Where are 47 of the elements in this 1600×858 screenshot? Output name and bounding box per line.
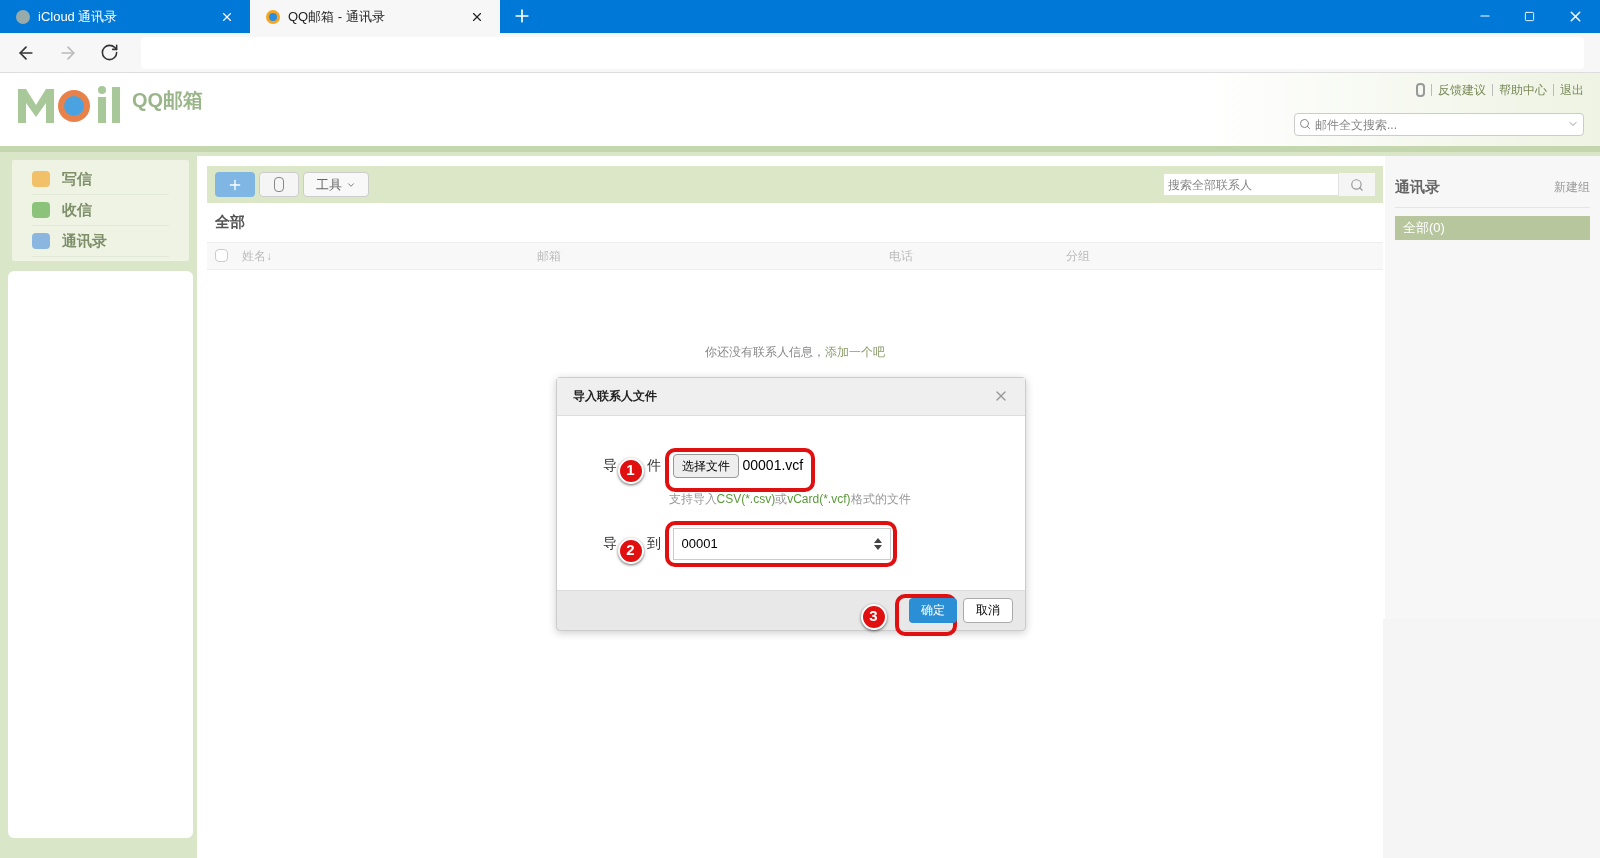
mail-logo-icon bbox=[266, 9, 280, 24]
reload-icon[interactable] bbox=[100, 43, 119, 62]
field-label: 导 bbox=[602, 456, 617, 475]
panel-title: 通讯录 bbox=[1395, 177, 1440, 197]
dialog-title: 导入联系人文件 bbox=[572, 388, 657, 405]
stepper-icon bbox=[873, 537, 882, 550]
search-button[interactable] bbox=[1339, 173, 1375, 196]
choose-file-button[interactable]: 选择文件 bbox=[672, 453, 739, 478]
phone-icon bbox=[274, 177, 284, 192]
header-link[interactable]: 帮助中心 bbox=[1499, 81, 1547, 99]
mail-search-field[interactable]: 邮件全文搜索... bbox=[1294, 113, 1584, 136]
format-hint: 支持导入CSV(*.csv)或vCard(*.vcf)格式的文件 bbox=[668, 490, 912, 508]
new-group-link[interactable]: 新建组 bbox=[1554, 178, 1590, 197]
field-label: 件 bbox=[646, 456, 661, 475]
column-header[interactable]: 邮箱 bbox=[537, 246, 889, 265]
add-button[interactable] bbox=[215, 172, 255, 197]
confirm-button[interactable]: 确定 bbox=[908, 597, 957, 623]
tab-title: QQ邮箱 - 通讯录 bbox=[288, 7, 386, 26]
phone-icon[interactable] bbox=[1416, 83, 1425, 97]
search-icon bbox=[1299, 118, 1311, 130]
tools-dropdown[interactable]: 工具 bbox=[303, 172, 369, 197]
tab-title: iCloud 通讯录 bbox=[38, 7, 119, 26]
file-name: 00001.vcf bbox=[742, 456, 804, 475]
browser-tab[interactable]: QQ邮箱 - 通讯录 bbox=[250, 0, 500, 33]
step-number-badge: 3 bbox=[860, 603, 887, 630]
sidebar-item[interactable]: 收信 bbox=[32, 195, 169, 226]
sidebar-item[interactable]: 通讯录 bbox=[32, 226, 169, 257]
field-label: 导 bbox=[602, 534, 617, 553]
restore-icon[interactable] bbox=[1524, 11, 1535, 22]
group-select[interactable]: 00001 bbox=[672, 527, 891, 560]
header-link[interactable]: 退出 bbox=[1560, 81, 1584, 99]
column-header[interactable]: 分组 bbox=[1066, 246, 1166, 265]
cancel-button[interactable]: 取消 bbox=[962, 597, 1013, 623]
list-title: 全部 bbox=[214, 212, 246, 232]
field-label: 到 bbox=[646, 534, 661, 553]
column-header[interactable]: 电话 bbox=[889, 246, 1066, 265]
select-all-checkbox[interactable] bbox=[215, 249, 228, 262]
contact-search-field[interactable]: 搜索全部联系人 bbox=[1163, 173, 1339, 196]
group-item[interactable]: 全部(0) bbox=[1395, 215, 1590, 240]
empty-message: 你还没有联系人信息， bbox=[705, 343, 825, 361]
sidebar-item[interactable]: 写信 bbox=[32, 164, 169, 195]
phone-button[interactable] bbox=[259, 172, 299, 197]
add-contact-link[interactable]: 添加一个吧 bbox=[825, 342, 885, 361]
search-icon bbox=[1350, 177, 1364, 192]
highlight-frame bbox=[894, 593, 957, 636]
logo-text: QQ邮箱 bbox=[132, 88, 204, 113]
header-link[interactable]: 反馈建议 bbox=[1438, 81, 1486, 99]
